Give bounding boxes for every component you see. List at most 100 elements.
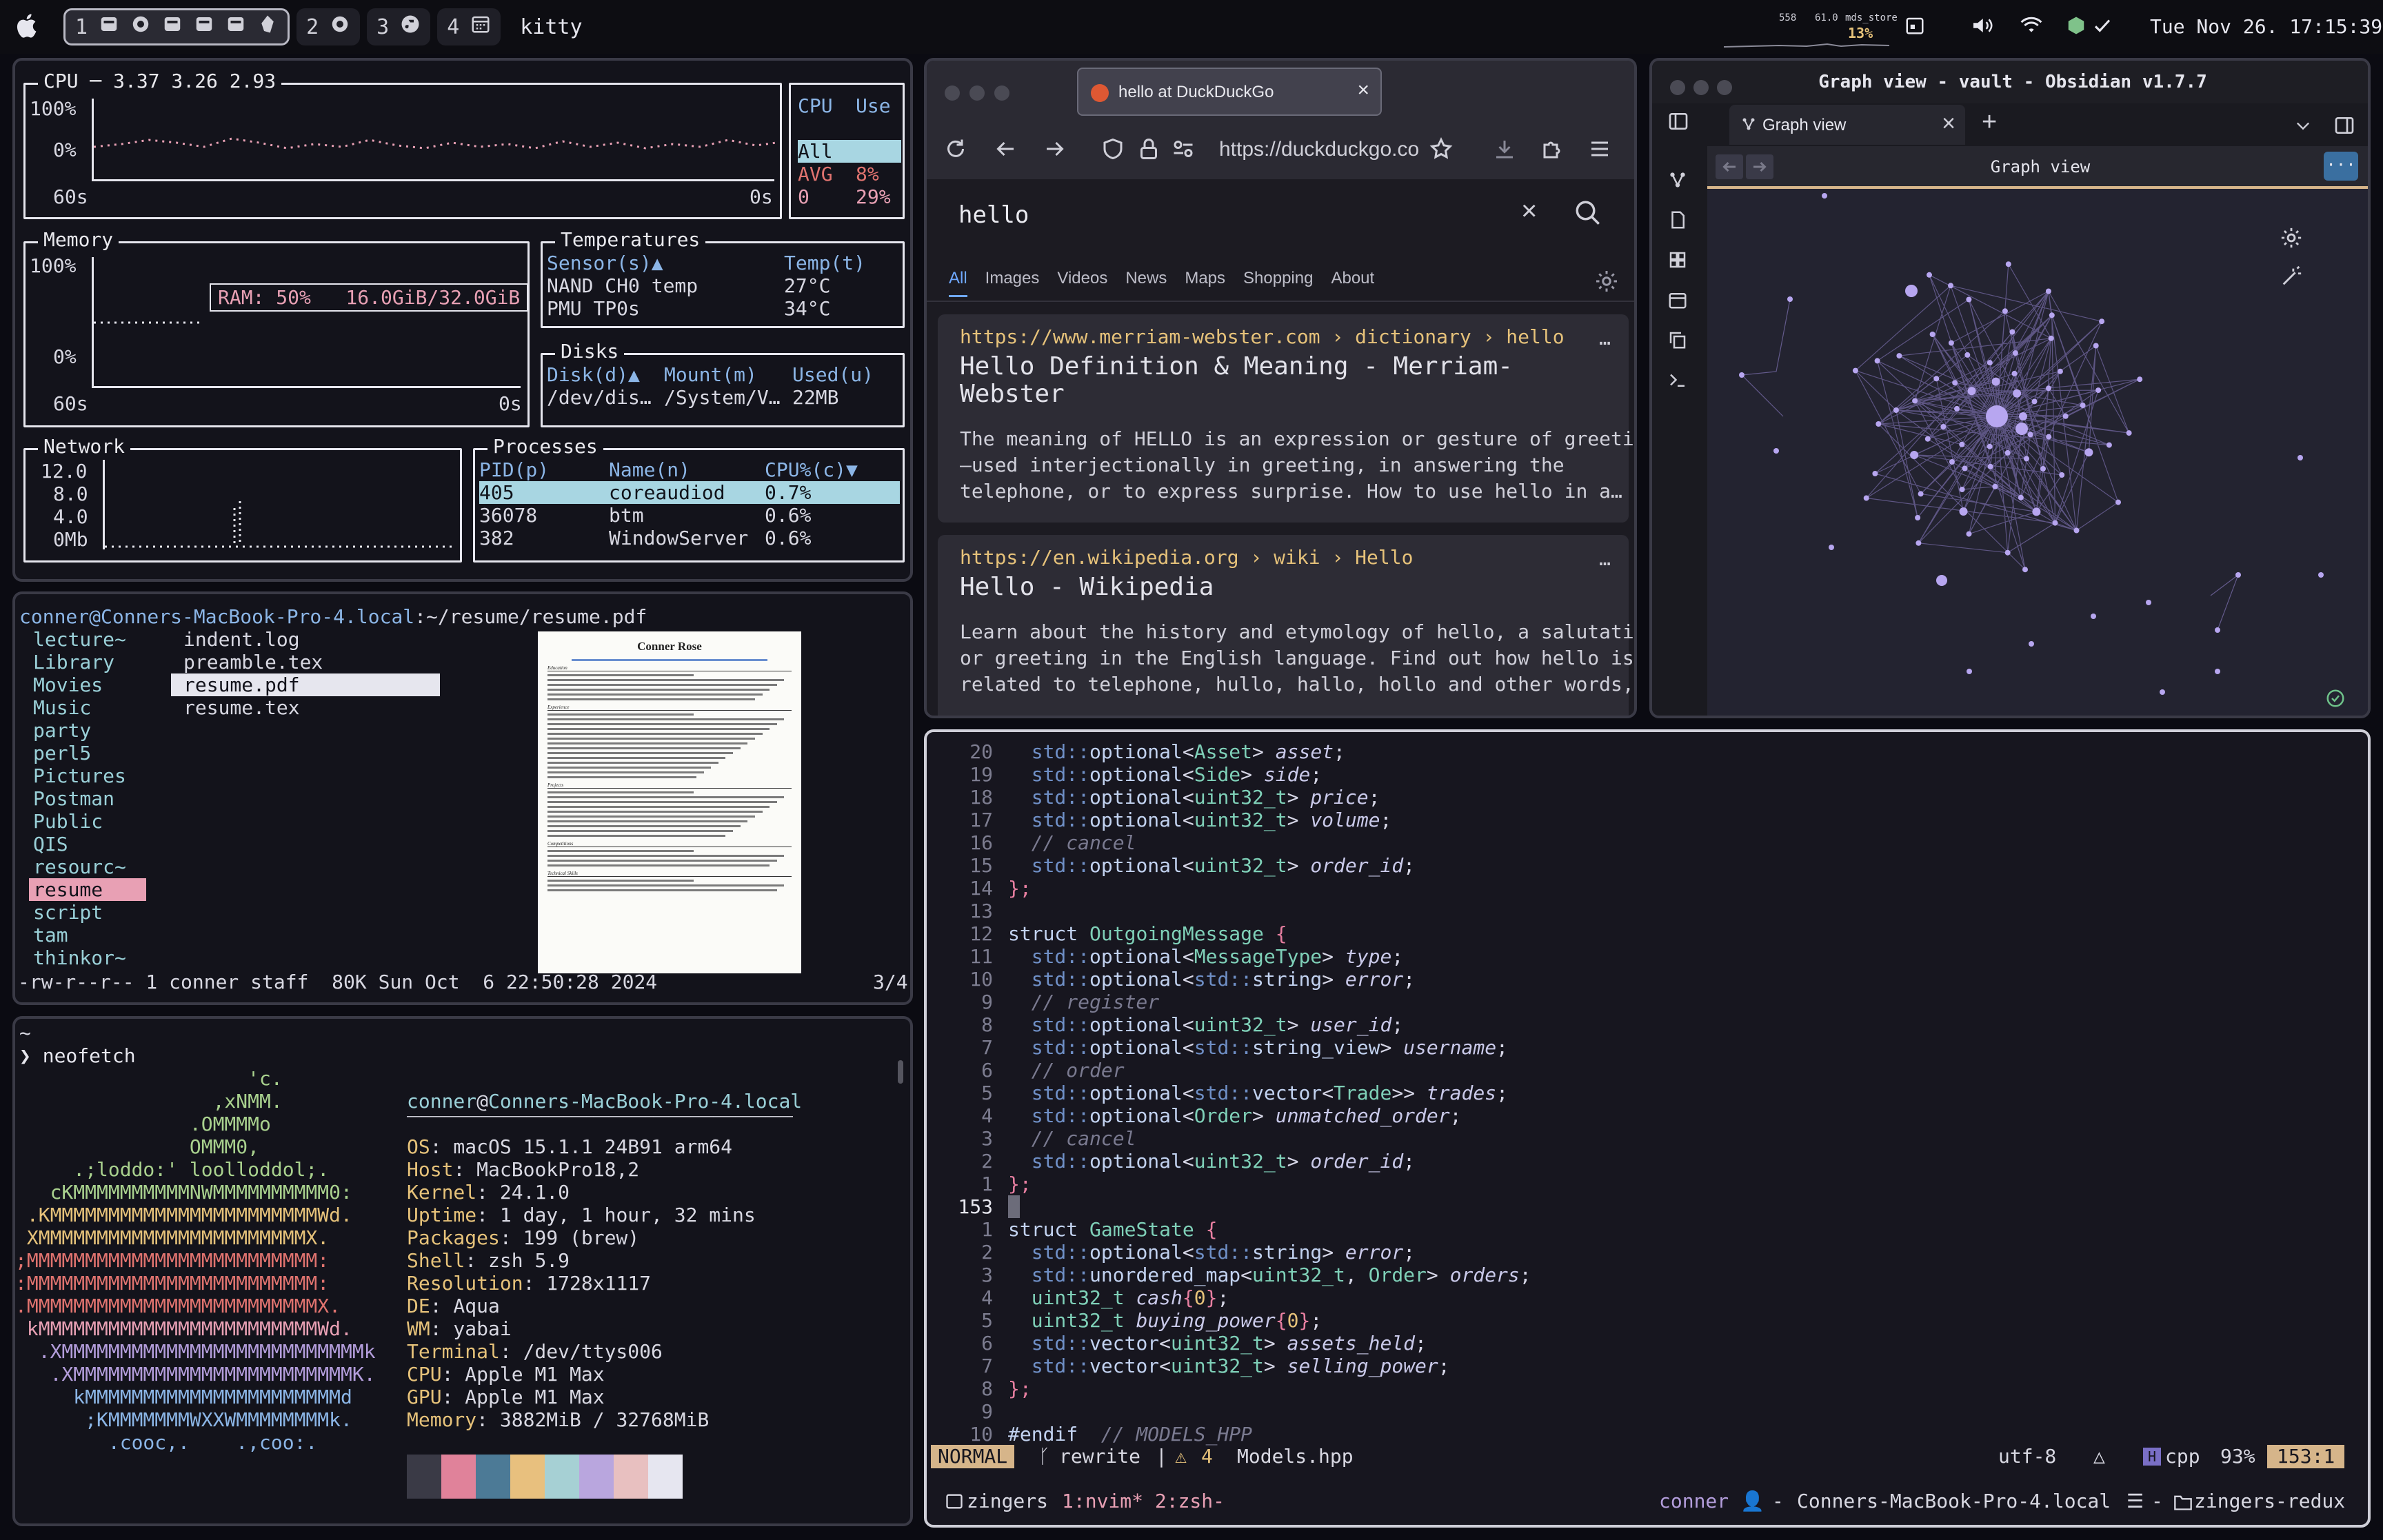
search-tab-videos[interactable]: Videos xyxy=(1057,269,1107,297)
graph-node[interactable] xyxy=(1852,367,1858,374)
graph-node[interactable] xyxy=(2137,376,2143,383)
graph-node[interactable] xyxy=(1959,441,1965,447)
graph-network[interactable] xyxy=(1707,189,2371,718)
volume-icon[interactable] xyxy=(1971,15,1997,39)
clear-search-icon[interactable]: × xyxy=(1521,196,1537,227)
graph-node[interactable] xyxy=(1959,487,1965,492)
graph-node[interactable] xyxy=(2019,412,2027,421)
lock-icon[interactable] xyxy=(1136,136,1161,164)
result-more-icon[interactable]: … xyxy=(1599,547,1611,570)
code-line[interactable]: 20 std::optional<Asset> asset; xyxy=(927,740,2356,763)
code-line[interactable]: 17 std::optional<uint32_t> volume; xyxy=(927,809,2356,831)
graph-node[interactable] xyxy=(2215,669,2220,674)
workspace-4[interactable]: 4 xyxy=(437,8,501,45)
code-line[interactable]: 18 std::optional<uint32_t> price; xyxy=(927,786,2356,809)
code-line[interactable]: 19 std::optional<Side> side; xyxy=(927,763,2356,786)
graph-node[interactable] xyxy=(1787,296,1793,302)
graph-node[interactable] xyxy=(2091,614,2096,619)
workspace-1[interactable]: 1 xyxy=(63,8,290,45)
code-line[interactable]: 6 std::vector<uint32_t> assets_held; xyxy=(927,1332,2356,1355)
code-line[interactable]: 7 std::optional<std::string_view> userna… xyxy=(927,1036,2356,1059)
graph-node[interactable] xyxy=(1896,353,1902,359)
tmux-session[interactable]: zingers xyxy=(967,1489,1048,1514)
workspace-2[interactable]: 2 xyxy=(296,8,361,45)
scrollbar[interactable] xyxy=(898,1060,903,1084)
ranger-directory[interactable]: perl5 xyxy=(29,742,146,764)
graph-node[interactable] xyxy=(1986,405,2008,427)
graph-node[interactable] xyxy=(1915,515,1921,520)
grid-icon[interactable] xyxy=(1667,250,1688,273)
shield-icon[interactable] xyxy=(1100,136,1125,164)
code-line[interactable]: 6 // order xyxy=(927,1059,2356,1082)
tmux-windows[interactable]: 1:nvim* 2:zsh- xyxy=(1062,1489,1225,1514)
ranger-directory[interactable]: resourc~ xyxy=(29,855,146,878)
ranger-directory[interactable]: lecture~ xyxy=(29,628,146,651)
proc-col-cpu[interactable]: CPU%(c)▼ xyxy=(765,458,858,481)
magic-wand-icon[interactable] xyxy=(2280,265,2303,291)
graph-node[interactable] xyxy=(1863,495,1869,501)
graph-node[interactable] xyxy=(1927,272,1932,278)
graph-node[interactable] xyxy=(2046,434,2052,440)
graph-node[interactable] xyxy=(1933,376,1940,382)
graph-node[interactable] xyxy=(1872,471,1878,476)
cpu-row-all[interactable]: All xyxy=(798,140,901,163)
graph-node[interactable] xyxy=(2297,455,2303,460)
graph-node[interactable] xyxy=(2062,413,2069,419)
code-line[interactable]: 3 std::unordered_map<uint32_t, Order> or… xyxy=(927,1264,2356,1286)
back-icon[interactable] xyxy=(993,136,1018,164)
graph-node[interactable] xyxy=(1987,443,1993,449)
extensions-icon[interactable] xyxy=(1540,136,1565,164)
graph-node[interactable] xyxy=(2106,442,2112,448)
ranger-file[interactable]: resume.pdf xyxy=(171,673,440,696)
ranger-directory[interactable]: Pictures xyxy=(29,764,146,787)
search-tab-about[interactable]: About xyxy=(1331,269,1374,297)
graph-node[interactable] xyxy=(1954,405,1960,412)
graph-node[interactable] xyxy=(2099,318,2105,325)
maximize-window-button[interactable] xyxy=(994,85,1009,101)
workspace-3[interactable]: 3 xyxy=(367,8,431,45)
graph-node[interactable] xyxy=(2005,261,2011,267)
shell-command[interactable]: ❯ neofetch xyxy=(19,1044,136,1067)
graph-node[interactable] xyxy=(2018,494,2024,500)
code-line[interactable]: 7 std::vector<uint32_t> selling_power; xyxy=(927,1355,2356,1377)
ranger-file[interactable]: preamble.tex xyxy=(171,651,440,673)
graph-node[interactable] xyxy=(1916,540,1922,546)
minimize-window-button[interactable] xyxy=(969,85,985,101)
proc-pid[interactable]: 36078 xyxy=(479,504,537,527)
graph-node[interactable] xyxy=(1962,465,1968,472)
result-title[interactable]: Hello - Wikipedia xyxy=(960,574,1214,601)
search-tab-news[interactable]: News xyxy=(1125,269,1167,297)
graph-view-tab[interactable]: Graph view × xyxy=(1729,105,1965,145)
graph-node[interactable] xyxy=(2318,572,2324,578)
code-line[interactable]: 153 xyxy=(927,1195,2356,1218)
right-sidebar-toggle-icon[interactable] xyxy=(2333,114,2355,139)
graph-node[interactable] xyxy=(2095,387,2102,394)
graph-node[interactable] xyxy=(2057,368,2063,374)
process-row-selected[interactable]: 405 coreaudiod 0.7% xyxy=(479,481,900,504)
graph-node[interactable] xyxy=(2015,423,2028,435)
new-tab-icon[interactable]: + xyxy=(1982,108,1997,137)
code-line[interactable]: 1 struct GameState { xyxy=(927,1218,2356,1241)
graph-node[interactable] xyxy=(2160,689,2165,695)
graph-node[interactable] xyxy=(2235,572,2241,578)
graph-node[interactable] xyxy=(2032,507,2041,516)
ranger-file[interactable]: resume.tex xyxy=(171,696,440,719)
graph-node[interactable] xyxy=(1948,283,1953,289)
chevron-down-icon[interactable] xyxy=(2293,116,2313,138)
graph-node[interactable] xyxy=(1910,451,1919,459)
graph-node[interactable] xyxy=(2013,389,2022,398)
code-line[interactable]: 9 // register xyxy=(927,991,2356,1013)
graph-node[interactable] xyxy=(1959,507,1968,516)
ranger-directory[interactable]: Movies xyxy=(29,673,146,696)
proc-name[interactable]: btm xyxy=(609,504,644,527)
code-line[interactable]: 3 // cancel xyxy=(927,1127,2356,1150)
result-url[interactable]: https://en.wikipedia.org › wiki › Hello xyxy=(960,546,1413,569)
search-result[interactable]: https://en.wikipedia.org › wiki › Hello … xyxy=(938,535,1634,716)
code-line[interactable]: 13 xyxy=(927,900,2356,922)
code-line[interactable]: 10 std::optional<std::string> error; xyxy=(927,968,2356,991)
graph-node[interactable] xyxy=(2073,527,2080,534)
graph-node[interactable] xyxy=(1874,358,1880,364)
files-icon[interactable] xyxy=(1667,210,1688,233)
search-tab-shopping[interactable]: Shopping xyxy=(1243,269,1313,297)
graph-node[interactable] xyxy=(1912,398,1918,404)
